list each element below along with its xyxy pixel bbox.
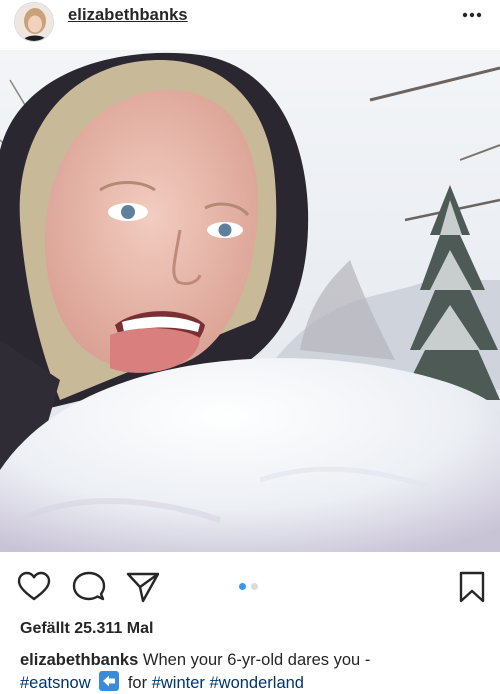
caption-text: When your 6-yr-old dares you - <box>142 651 371 669</box>
avatar[interactable] <box>14 2 54 42</box>
post-username[interactable]: elizabethbanks <box>68 6 188 25</box>
pager-dot-active <box>239 583 246 590</box>
left-arrow-emoji-icon <box>99 671 120 691</box>
bookmark-icon[interactable] <box>455 570 489 604</box>
heart-icon[interactable] <box>17 570 51 604</box>
post-photo[interactable] <box>0 50 500 552</box>
send-icon[interactable] <box>126 570 160 604</box>
like-count[interactable]: Gefällt 25.311 Mal <box>20 620 153 638</box>
caption-text: for <box>127 674 148 692</box>
avatar-image <box>15 3 53 41</box>
hashtag-link[interactable]: #winter <box>152 674 205 692</box>
caption-username[interactable]: elizabethbanks <box>20 651 138 669</box>
hashtag-link[interactable]: #wonderland <box>209 674 304 692</box>
more-horizontal-icon[interactable] <box>462 4 482 30</box>
post-caption: elizabethbanks When your 6-yr-old dares … <box>20 649 490 694</box>
hashtag-link[interactable]: #eatsnow <box>20 674 91 692</box>
post-header: elizabethbanks <box>0 0 500 50</box>
pager-dot <box>251 583 258 590</box>
photo-pager <box>239 583 258 590</box>
action-bar <box>0 562 500 610</box>
photo-image <box>0 50 500 552</box>
comment-icon[interactable] <box>72 570 106 604</box>
